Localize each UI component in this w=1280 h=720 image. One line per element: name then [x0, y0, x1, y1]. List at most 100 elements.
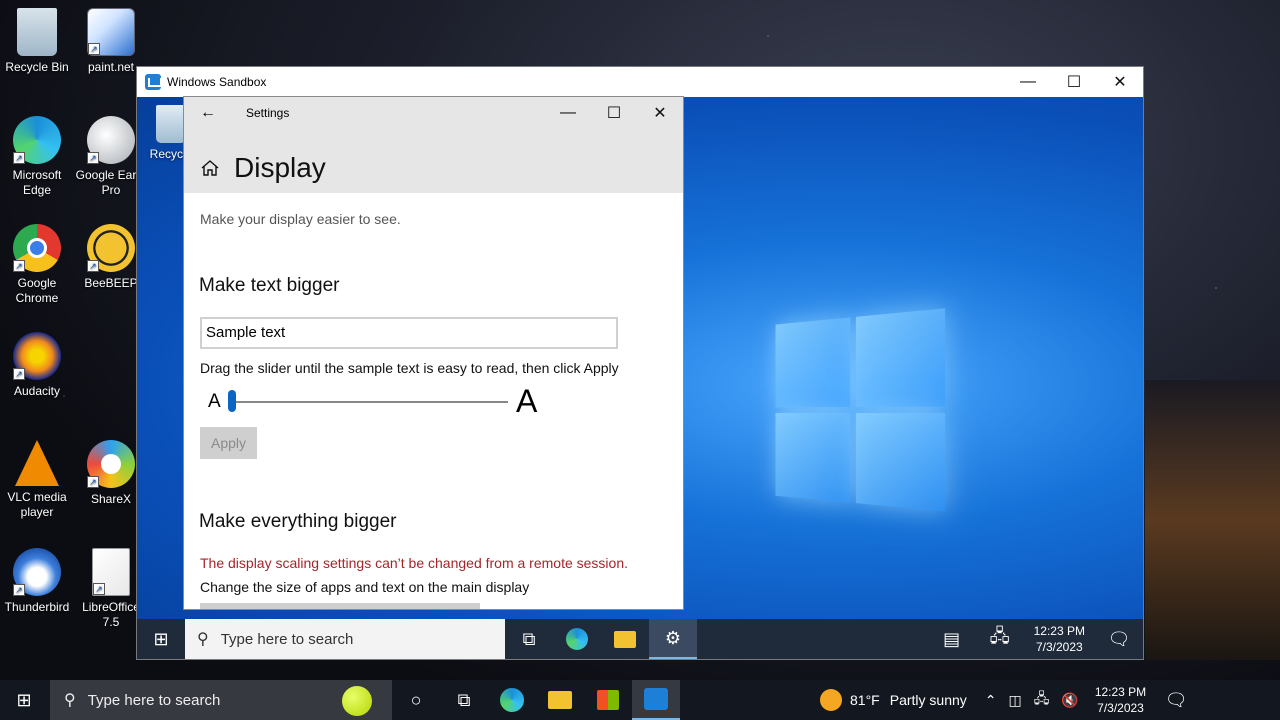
slider-track[interactable] [228, 401, 508, 403]
weather-widget[interactable]: 81°F Partly sunny [820, 689, 967, 711]
sandbox-search-box[interactable]: ⚲ Type here to search [185, 619, 505, 659]
shortcut-arrow-icon: ↗ [87, 152, 99, 164]
desktop-icon-microsoft-edge[interactable]: ↗ Microsoft Edge [0, 116, 74, 198]
sandbox-minimize-button[interactable]: — [1005, 67, 1051, 97]
host-taskbar: ⊞ ⚲ Type here to search ○ ⧉ 81°F Partly … [0, 680, 1280, 720]
settings-close-button[interactable]: ✕ [637, 98, 683, 128]
windows-start-icon: ⊞ [16, 689, 32, 710]
remote-session-warning: The display scaling settings can’t be ch… [200, 555, 629, 571]
change-size-label: Change the size of apps and text on the … [200, 579, 530, 595]
weather-temp: 81°F [850, 692, 880, 708]
shortcut-arrow-icon: ↗ [13, 260, 25, 272]
host-notifications-button[interactable]: 🗨 [1156, 680, 1196, 720]
task-view-button[interactable]: ⧉ [505, 619, 553, 659]
host-file-explorer-button[interactable] [536, 680, 584, 720]
slider-min-label: A [208, 391, 221, 412]
taskbar-settings-button[interactable]: ⚙ [649, 619, 697, 659]
cortana-button[interactable]: ○ [392, 680, 440, 720]
shortcut-arrow-icon: ↗ [93, 583, 105, 595]
host-search-box[interactable]: ⚲ Type here to search [50, 680, 392, 720]
settings-titlebar[interactable]: ← Settings — ☐ ✕ [184, 97, 683, 129]
windows-start-icon: ⊞ [153, 628, 169, 649]
desktop-icon-thunderbird[interactable]: ↗ Thunderbird [0, 548, 74, 615]
recycle-bin-icon [17, 8, 57, 56]
edge-icon: ↗ [13, 116, 61, 164]
desktop-icon-label: Audacity [13, 384, 61, 398]
shortcut-arrow-icon: ↗ [13, 152, 25, 164]
host-sandbox-button[interactable] [632, 680, 680, 720]
settings-title: Settings [246, 106, 290, 120]
home-icon[interactable] [200, 158, 220, 178]
host-time: 12:23 PM [1094, 685, 1147, 699]
desktop-horizon [1145, 380, 1280, 660]
libreoffice-icon: ↗ [92, 548, 130, 596]
meet-now-icon[interactable]: ◫ [1009, 692, 1022, 709]
sandbox-date: 7/3/2023 [1035, 640, 1083, 654]
shortcut-arrow-icon: ↗ [13, 368, 25, 380]
host-edge-button[interactable] [488, 680, 536, 720]
vlc-cone-icon [15, 440, 59, 486]
slider-thumb[interactable] [228, 390, 236, 412]
search-icon: ⚲ [197, 631, 209, 648]
network-icon[interactable]: 🖧 [1034, 688, 1050, 712]
desktop-icon-label: Microsoft Edge [12, 168, 62, 197]
start-button[interactable]: ⊞ [137, 619, 185, 659]
settings-minimize-button[interactable]: — [545, 98, 591, 128]
search-icon: ⚲ [64, 692, 76, 709]
thunderbird-icon: ↗ [13, 548, 61, 596]
settings-window[interactable]: ← Settings — ☐ ✕ Display Make your displ… [183, 96, 684, 610]
taskbar-edge-button[interactable] [553, 619, 601, 659]
notifications-button[interactable]: 🗨 [1095, 619, 1143, 659]
sandbox-clock[interactable]: 12:23 PM 7/3/2023 [1024, 623, 1095, 655]
desktop-icon-label: BeeBEEP [84, 276, 138, 290]
partly-sunny-icon [820, 689, 842, 711]
slider-max-label: A [516, 383, 538, 419]
settings-maximize-button[interactable]: ☐ [591, 98, 637, 128]
desktop-icon-recycle-bin[interactable]: Recycle Bin [0, 8, 74, 75]
host-store-button[interactable] [584, 680, 632, 720]
text-bigger-heading: Make text bigger [199, 275, 340, 296]
news-icon: ▤ [943, 628, 961, 649]
recycle-bin-icon [156, 105, 186, 143]
taskbar-file-explorer-button[interactable] [601, 619, 649, 659]
shortcut-arrow-icon: ↗ [87, 476, 99, 488]
volume-muted-icon[interactable]: 🔇 [1061, 692, 1078, 709]
paint-net-icon: ↗ [87, 8, 135, 56]
back-button[interactable]: ← [184, 97, 232, 129]
desktop-icon-google-chrome[interactable]: ↗ Google Chrome [0, 224, 74, 306]
desktop-icon-vlc[interactable]: VLC media player [0, 440, 74, 520]
desktop-icon-paint-net[interactable]: ↗ paint.net [74, 8, 148, 75]
page-title: Display [200, 152, 326, 184]
folder-icon [614, 630, 636, 648]
text-size-slider[interactable]: A A [208, 383, 548, 421]
scale-dropdown[interactable] [200, 603, 480, 609]
host-date: 7/3/2023 [1097, 701, 1144, 715]
google-earth-icon: ↗ [87, 116, 135, 164]
system-tray: ⌃ ◫ 🖧 🔇 [979, 688, 1085, 712]
desktop-icon-label: LibreOffice 7.5 [82, 600, 140, 629]
host-task-view-button[interactable]: ⧉ [440, 680, 488, 720]
network-icon: 🖧 [989, 626, 1010, 646]
page-description: Make your display easier to see. [200, 211, 401, 227]
host-clock[interactable]: 12:23 PM 7/3/2023 [1085, 684, 1156, 716]
network-button[interactable]: 🖧 [976, 619, 1024, 659]
windows-logo [775, 308, 949, 516]
chevron-up-icon[interactable]: ⌃ [985, 692, 997, 709]
search-highlight-icon [342, 686, 372, 716]
chrome-icon: ↗ [13, 224, 61, 272]
host-start-button[interactable]: ⊞ [0, 680, 48, 720]
apply-button[interactable]: Apply [200, 427, 257, 459]
store-bag-icon [597, 690, 619, 710]
sandbox-title: Windows Sandbox [167, 75, 267, 89]
task-view-icon: ⧉ [457, 689, 471, 710]
news-button[interactable]: ▤ [928, 619, 976, 659]
desktop-icon-label: ShareX [90, 492, 132, 506]
sandbox-close-button[interactable]: ✕ [1097, 67, 1143, 97]
audacity-icon: ↗ [13, 332, 61, 380]
page-heading: Display [234, 152, 326, 183]
desktop-icon-audacity[interactable]: ↗ Audacity [0, 332, 74, 399]
sandbox-titlebar[interactable]: Windows Sandbox — ☐ ✕ [137, 67, 1143, 97]
slider-instruction: Drag the slider until the sample text is… [200, 360, 619, 376]
sandbox-maximize-button[interactable]: ☐ [1051, 67, 1097, 97]
sandbox-time: 12:23 PM [1033, 624, 1085, 638]
